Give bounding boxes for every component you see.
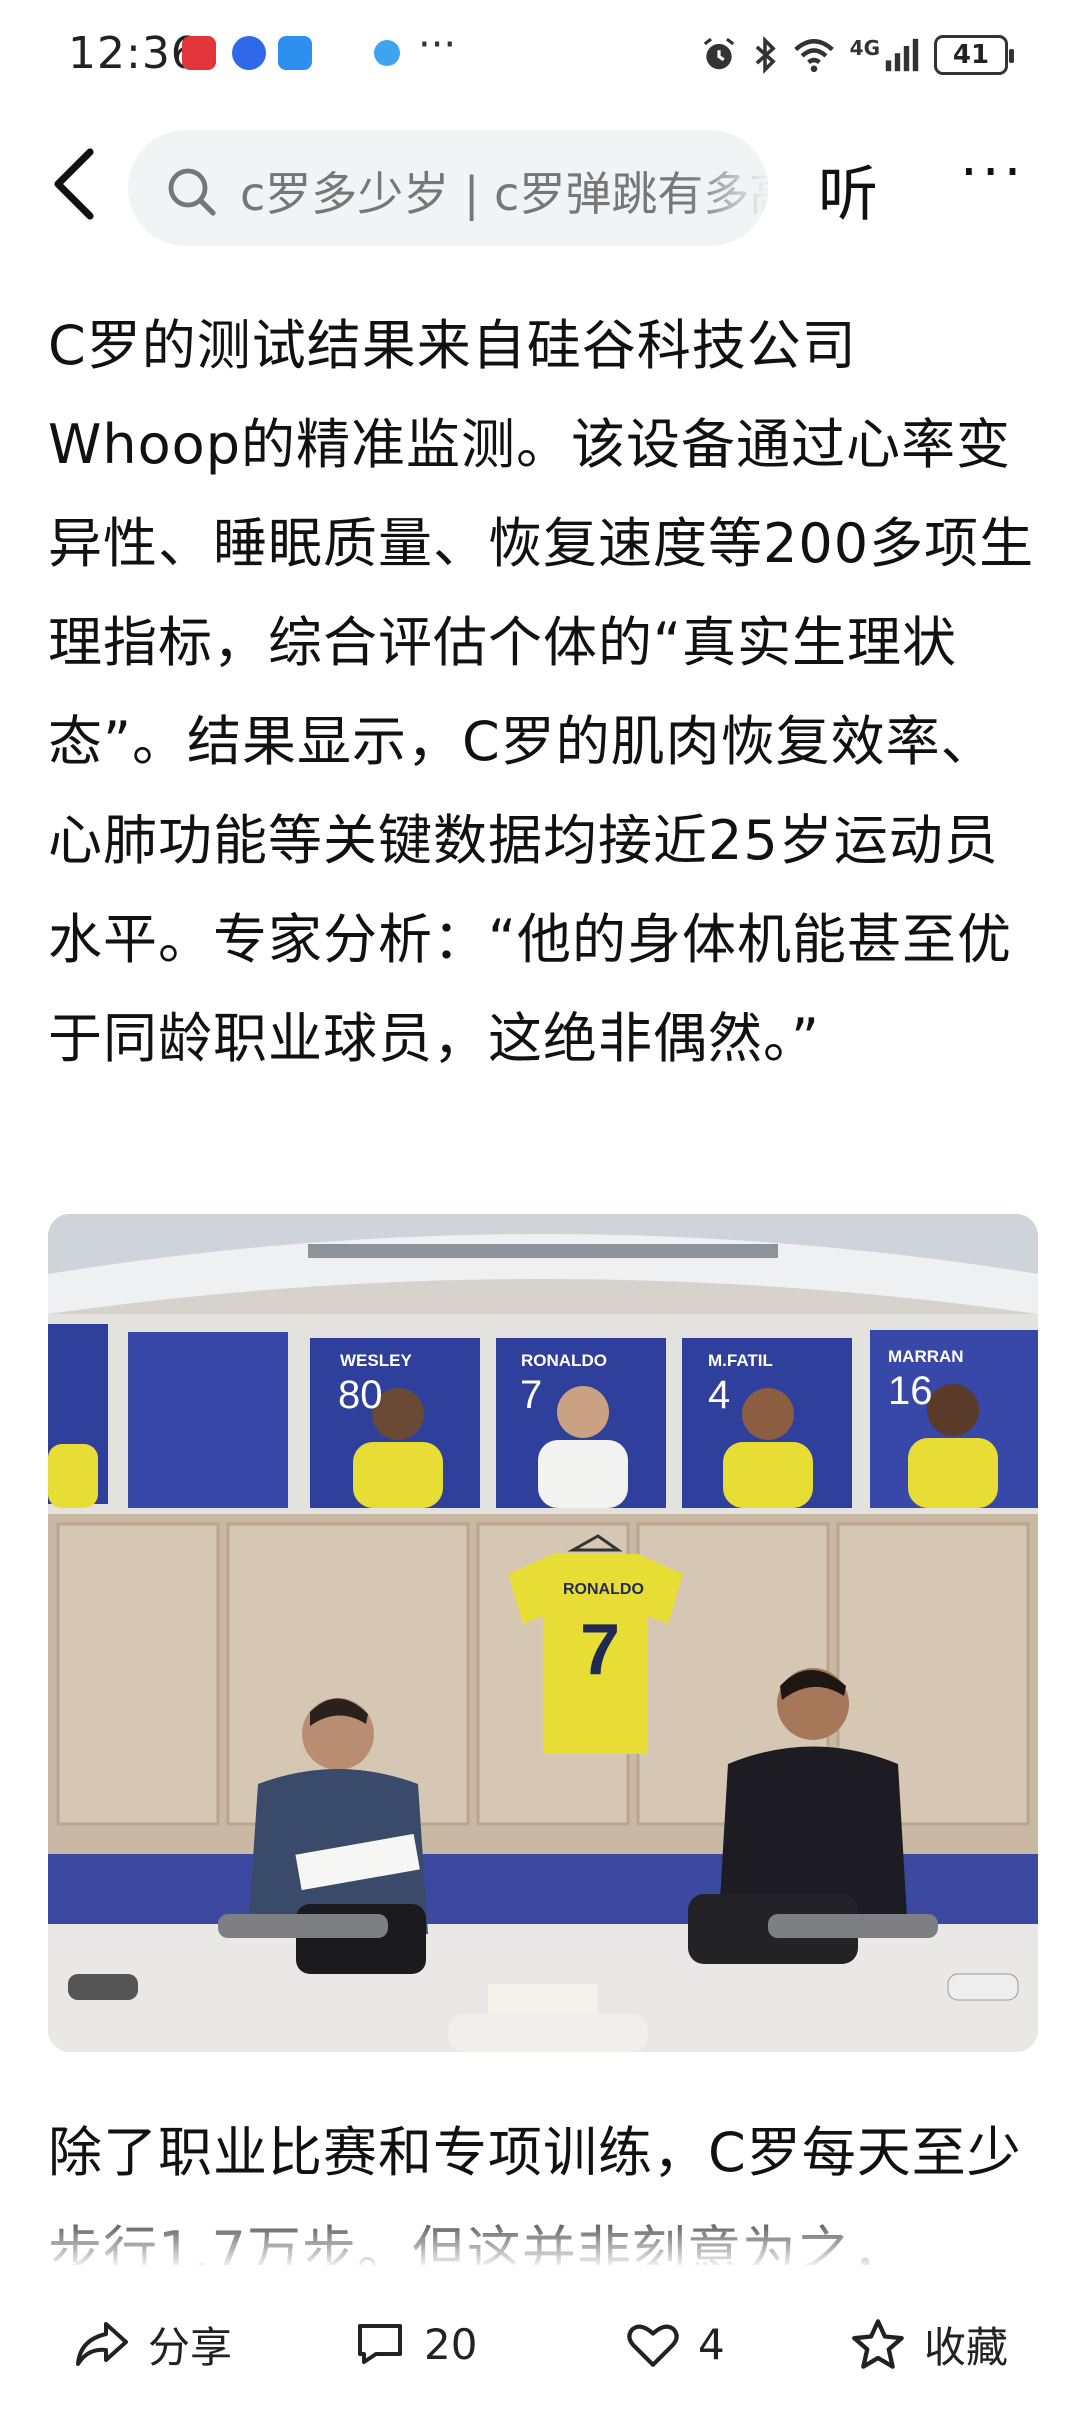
player-banners: WESLEY 80 RONALDO 7 M.FATIL 4 MARRAN 16 [48, 1324, 1038, 1508]
battery-indicator: 41 [934, 35, 1014, 75]
browser-app-icon [232, 36, 266, 70]
network-type: 4G [849, 36, 880, 60]
signal-icon [885, 38, 919, 72]
comment-icon [358, 2324, 402, 2364]
comment-count: 20 [424, 2319, 478, 2369]
status-time: 12:36 [68, 28, 200, 79]
share-label: 分享 [148, 2322, 233, 2372]
favorite-button[interactable]: 收藏 [850, 2309, 1008, 2379]
banner-number-2: 7 [520, 1373, 542, 1417]
huawei-app-icon [182, 36, 216, 70]
banner-name-3: M.FATIL [708, 1351, 773, 1370]
like-count: 4 [698, 2319, 725, 2369]
alarm-icon [703, 37, 734, 70]
banner-number-4: 16 [888, 1369, 933, 1413]
comment-button[interactable]: 20 [354, 2309, 477, 2379]
search-icon [168, 168, 216, 216]
back-button[interactable] [42, 144, 112, 224]
like-button[interactable]: 4 [626, 2309, 725, 2379]
article-paragraph: C罗的测试结果来自硅谷科技公司Whoop的精准监测。该设备通过心率变异性、睡眠质… [48, 314, 1035, 1070]
jersey-number: 7 [580, 1610, 620, 1690]
star-icon [852, 2319, 904, 2369]
banner-name-4: MARRAN [888, 1347, 964, 1366]
banner-name-1: WESLEY [340, 1351, 412, 1370]
jersey-name: RONALDO [563, 1581, 644, 1598]
favorite-label: 收藏 [924, 2322, 1009, 2372]
cloud-app-icon [278, 36, 312, 70]
bottom-action-bar: 分享 20 4 收藏 [0, 2285, 1084, 2412]
more-notifications-icon: ··· [418, 22, 457, 68]
share-icon [76, 2322, 128, 2366]
listen-button[interactable]: 听 [818, 146, 878, 233]
feather-app-icon [374, 40, 400, 66]
wifi-icon [793, 39, 834, 73]
status-bar: 12:36 ··· 4G 41 [0, 0, 1084, 110]
bluetooth-icon [755, 36, 776, 74]
article-photo[interactable]: WESLEY 80 RONALDO 7 M.FATIL 4 MARRAN 16 … [48, 1214, 1038, 2052]
locker-room-illustration: WESLEY 80 RONALDO 7 M.FATIL 4 MARRAN 16 … [48, 1214, 1038, 2052]
heart-icon [627, 2324, 679, 2367]
search-bar[interactable]: c罗多少岁 | c罗弹跳有多高 [128, 130, 768, 246]
top-nav-bar: c罗多少岁 | c罗弹跳有多高 听 ··· [0, 120, 1084, 250]
banner-number-3: 4 [708, 1373, 730, 1417]
banner-number-1: 80 [338, 1373, 383, 1417]
more-options-button[interactable]: ··· [960, 140, 1025, 205]
banner-name-2: RONALDO [521, 1351, 607, 1370]
back-arrow-icon [54, 148, 94, 220]
share-button[interactable]: 分享 [74, 2309, 232, 2379]
system-icons: 4G 41 [700, 30, 1014, 80]
